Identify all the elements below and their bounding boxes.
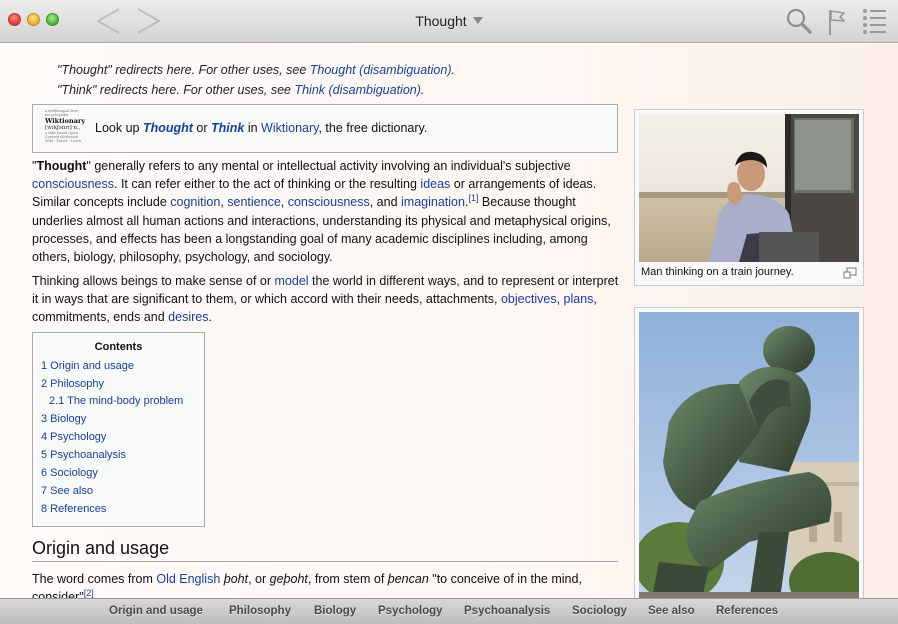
old-english-link[interactable]: Old English [156, 572, 220, 586]
magnifier-icon[interactable] [785, 7, 813, 35]
imagination-link[interactable]: imagination [401, 195, 465, 209]
thought-disambiguation-link[interactable]: Thought (disambiguation) [310, 63, 452, 77]
toc-item-see-also[interactable]: 7 See also [41, 485, 93, 497]
train-image-caption: Man thinking on a train journey. [641, 266, 794, 278]
man-on-train-image[interactable] [639, 114, 859, 262]
enlarge-icon[interactable] [843, 267, 857, 279]
plans-link[interactable]: plans [564, 292, 594, 306]
chevron-down-icon [472, 17, 483, 24]
list-icon[interactable] [861, 7, 889, 35]
thumbnail-train: Man thinking on a train journey. [634, 109, 864, 286]
think-disambiguation-link[interactable]: Think (disambiguation) [294, 83, 420, 97]
nav-biology[interactable]: Biology [314, 605, 356, 617]
wiktionary-box: a multilingual free encyclopedia Wiktion… [32, 104, 618, 153]
window-title-area[interactable]: Thought [0, 13, 898, 29]
title-bar: Thought [0, 0, 898, 43]
toc-title: Contents [94, 341, 143, 353]
nav-psychology[interactable]: Psychology [378, 605, 443, 617]
wiktionary-text: Look up Thought or Think in Wiktionary, … [95, 121, 428, 135]
toc-item-origin[interactable]: 1 Origin and usage [41, 360, 134, 372]
nav-philosophy[interactable]: Philosophy [229, 605, 291, 617]
section-heading-origin: Origin and usage [32, 538, 618, 562]
nav-origin-and-usage[interactable]: Origin and usage [109, 605, 203, 617]
flag-icon[interactable] [826, 7, 848, 37]
intro-paragraph: "Thought" generally refers to any mental… [32, 159, 611, 265]
nav-sociology[interactable]: Sociology [572, 605, 627, 617]
toc-item-psychoanalysis[interactable]: 5 Psychoanalysis [41, 449, 126, 461]
toc-item-psychology[interactable]: 4 Psychology [41, 431, 106, 443]
desires-link[interactable]: desires [168, 310, 208, 324]
nav-see-also[interactable]: See also [648, 605, 695, 617]
thumbnail-thinker [634, 307, 864, 598]
ideas-link[interactable]: ideas [420, 177, 450, 191]
consciousness-link[interactable]: consciousness [32, 177, 114, 191]
toc-item-sociology[interactable]: 6 Sociology [41, 467, 98, 479]
wiktionary-think-link[interactable]: Think [211, 121, 244, 135]
table-of-contents: Contents 1 Origin and usage 2 Philosophy… [32, 332, 205, 527]
nav-psychoanalysis[interactable]: Psychoanalysis [464, 605, 550, 617]
thinker-statue-image[interactable] [639, 312, 859, 598]
reference-2-link[interactable]: [2] [84, 588, 94, 598]
consciousness-link-2[interactable]: consciousness [288, 195, 370, 209]
reference-1-link[interactable]: [1] [468, 193, 478, 203]
wiktionary-link[interactable]: Wiktionary [261, 121, 318, 135]
cognition-link[interactable]: cognition [170, 195, 220, 209]
toc-item-references[interactable]: 8 References [41, 503, 106, 515]
toc-item-philosophy[interactable]: 2 Philosophy [41, 378, 104, 390]
toc-item-biology[interactable]: 3 Biology [41, 413, 86, 425]
window-title: Thought [415, 13, 467, 29]
model-link[interactable]: model [275, 274, 309, 288]
nav-references[interactable]: References [716, 605, 778, 617]
toc-item-mind-body[interactable]: 2.1 The mind-body problem [49, 395, 183, 407]
wiktionary-logo: a multilingual free encyclopedia Wiktion… [45, 109, 86, 143]
article-content[interactable]: "Thought" redirects here. For other uses… [0, 44, 898, 598]
objectives-link[interactable]: objectives [501, 292, 557, 306]
section-nav-bar: Origin and usage Philosophy Biology Psyc… [0, 598, 898, 624]
origin-paragraph: The word comes from Old English þoht, or… [32, 572, 582, 598]
sentience-link[interactable]: sentience [227, 195, 281, 209]
wiktionary-thought-link[interactable]: Thought [143, 121, 193, 135]
hatnote-think: "Think" redirects here. For other uses, … [57, 83, 425, 97]
hatnote-thought: "Thought" redirects here. For other uses… [57, 63, 455, 77]
thinking-paragraph: Thinking allows beings to make sense of … [32, 274, 619, 325]
